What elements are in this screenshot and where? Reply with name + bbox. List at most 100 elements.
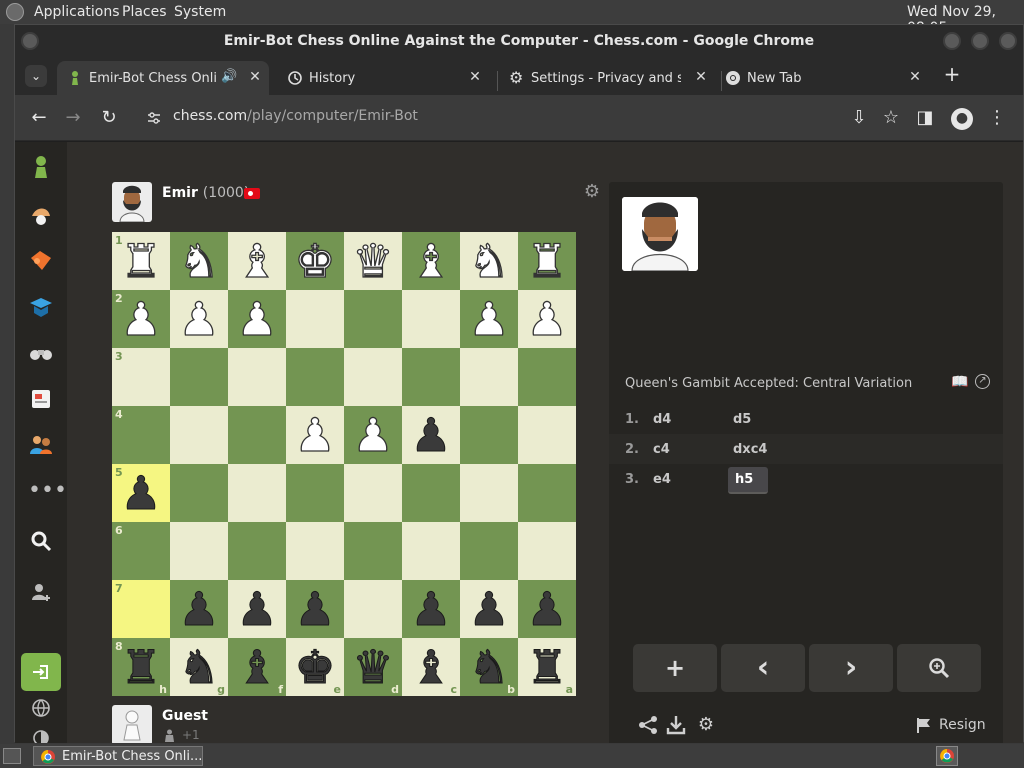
board-square[interactable] [344,580,402,638]
next-move-button[interactable]: › [809,644,893,692]
explorer-compass-icon[interactable]: ↗ [975,374,990,389]
white-pawn-piece[interactable]: ♟ [518,290,576,348]
black-pawn-piece[interactable]: ♟ [518,580,576,638]
board-square[interactable] [228,464,286,522]
white-pawn-piece[interactable]: ♟ [112,290,170,348]
board-square[interactable] [344,522,402,580]
board-square[interactable] [344,348,402,406]
back-icon[interactable]: ← [29,108,49,128]
learn-icon[interactable] [28,294,54,320]
window-titlebar[interactable]: Emir-Bot Chess Online Against the Comput… [15,25,1023,57]
board-square[interactable] [518,348,576,406]
distro-logo-icon[interactable] [6,3,24,21]
resign-button[interactable]: Resign [939,717,986,733]
opening-book-icon[interactable]: 📖 [951,374,968,390]
board-square[interactable] [286,464,344,522]
black-knight-piece[interactable]: ♞ [170,638,228,696]
board-square[interactable] [344,290,402,348]
board-square[interactable] [286,522,344,580]
board-square[interactable]: 4 [112,406,170,464]
social-icon[interactable] [28,432,54,458]
black-rook-piece[interactable]: ♜ [112,638,170,696]
white-knight-piece[interactable]: ♞ [460,232,518,290]
white-move[interactable]: d4 [653,412,671,427]
board-square[interactable] [518,522,576,580]
avatar[interactable] [112,705,152,743]
chess-board[interactable]: 1 ♜ ♞ ♝ ♚ ♛ ♝ ♞ ♜ 2 ♟ ♟ ♟ ♟ ♟ 3 4 ♟ ♟ ♟ 5 ♟ 6 7 ♟ ♟ ♟ ♟ ♟ ♟ 8 h ♜ g ♞ f ♝ e ♚ d… [112,232,576,696]
profile-icon[interactable]: ● [951,108,973,130]
board-settings-gear-icon[interactable]: ⚙ [582,182,602,202]
system-menu[interactable]: System [174,4,226,20]
download-icon[interactable] [665,714,687,736]
forward-icon[interactable]: → [63,108,83,128]
white-knight-piece[interactable]: ♞ [170,232,228,290]
board-square[interactable] [228,406,286,464]
black-bishop-piece[interactable]: ♝ [402,638,460,696]
close-tab-icon[interactable]: ✕ [247,69,263,85]
board-square[interactable] [402,348,460,406]
taskbar-window-button[interactable]: Emir-Bot Chess Onli... [33,746,203,766]
board-square[interactable] [460,464,518,522]
current-move[interactable]: h5 [728,467,768,494]
tab-history[interactable]: History ✕ [277,61,491,95]
black-knight-piece[interactable]: ♞ [460,638,518,696]
board-square[interactable] [170,464,228,522]
settings-gear-icon[interactable]: ⚙ [695,714,717,736]
chess-logo-icon[interactable] [28,154,54,180]
close-tab-icon[interactable]: ✕ [467,69,483,85]
show-desktop-icon[interactable] [3,748,21,764]
board-square[interactable] [286,290,344,348]
theme-toggle-icon[interactable] [31,728,51,743]
news-icon[interactable] [28,386,54,412]
white-bishop-piece[interactable]: ♝ [402,232,460,290]
board-square[interactable]: 6 [112,522,170,580]
black-pawn-piece[interactable]: ♟ [460,580,518,638]
flag-icon[interactable] [915,716,933,734]
white-rook-piece[interactable]: ♜ [518,232,576,290]
tray-chrome-icon[interactable] [936,746,958,766]
board-square[interactable] [228,348,286,406]
black-pawn-piece[interactable]: ♟ [402,580,460,638]
board-square[interactable] [402,522,460,580]
applications-menu[interactable]: Applications [34,4,120,20]
board-square[interactable] [518,406,576,464]
login-button[interactable] [21,653,61,691]
board-square[interactable] [170,522,228,580]
board-square[interactable] [228,522,286,580]
white-king-piece[interactable]: ♚ [286,232,344,290]
board-square[interactable] [402,290,460,348]
more-icon[interactable]: ••• [28,478,67,504]
avatar[interactable] [112,182,152,222]
white-pawn-piece[interactable]: ♟ [344,406,402,464]
reload-icon[interactable]: ↻ [99,108,119,128]
search-icon[interactable] [28,528,54,554]
close-window-button[interactable] [999,32,1017,50]
board-square[interactable] [344,464,402,522]
board-square[interactable] [170,348,228,406]
black-move[interactable]: dxc4 [733,442,767,457]
board-square[interactable] [286,348,344,406]
previous-move-button[interactable]: ‹ [721,644,805,692]
places-menu[interactable]: Places [122,4,167,20]
play-icon[interactable] [28,202,54,228]
white-move[interactable]: e4 [653,472,671,487]
white-pawn-piece[interactable]: ♟ [460,290,518,348]
address-bar[interactable]: chess.com/play/computer/Emir-Bot ⇩ ☆ [131,101,911,135]
black-pawn-piece[interactable]: ♟ [402,406,460,464]
black-move[interactable]: d5 [733,412,751,427]
board-square[interactable] [460,348,518,406]
white-pawn-piece[interactable]: ♟ [170,290,228,348]
board-square[interactable] [460,406,518,464]
white-pawn-piece[interactable]: ♟ [286,406,344,464]
tab-new-tab[interactable]: New Tab ✕ [715,61,935,95]
board-square[interactable]: 3 [112,348,170,406]
site-settings-icon[interactable] [146,110,162,126]
watch-icon[interactable] [28,340,54,366]
signup-icon[interactable] [28,580,54,606]
new-tab-button[interactable]: + [941,64,963,86]
bookmark-star-icon[interactable]: ☆ [881,108,901,128]
black-pawn-piece[interactable]: ♟ [228,580,286,638]
puzzles-icon[interactable] [28,248,54,274]
board-square[interactable] [170,406,228,464]
side-panel-icon[interactable]: ◨ [915,108,935,128]
